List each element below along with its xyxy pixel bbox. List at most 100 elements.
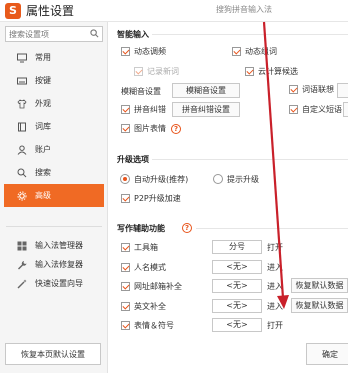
sidebar-item-label: 词库 (35, 122, 51, 131)
emoji-symbols-checkbox[interactable] (121, 321, 130, 330)
tool-label: 输入法修复器 (35, 260, 83, 269)
sidebar-item-label: 高级 (35, 191, 51, 200)
tool-quick-setup[interactable]: 快速设置向导 (0, 274, 108, 293)
restore-default-data-button[interactable]: 恢复默认数据 (291, 298, 348, 313)
fuzzy-settings-button[interactable]: 模糊音设置 (172, 83, 240, 98)
gear-icon (17, 191, 27, 201)
tool-label: 快速设置向导 (35, 279, 83, 288)
tool-input-manager[interactable]: 输入法管理器 (0, 236, 108, 255)
search-box[interactable] (5, 26, 103, 42)
monitor-icon (17, 53, 27, 63)
sidebar-item-keys[interactable]: 按键 (0, 69, 108, 92)
pinyin-correct-checkbox[interactable] (121, 105, 130, 114)
pinyin-correct-settings-button[interactable]: 拼音纠错设置 (172, 102, 240, 117)
name-mode-label: 人名模式 (134, 263, 166, 272)
image-emoji-label: 图片表情 (134, 124, 166, 133)
cloud-candidates-label: 云计算候选 (258, 67, 298, 76)
prompt-upgrade-radio[interactable] (213, 174, 223, 184)
sidebar-item-common[interactable]: 常用 (0, 46, 108, 69)
auto-upgrade-radio[interactable] (120, 174, 130, 184)
name-mode-action: 进入 (267, 263, 283, 272)
toolbox-key-field[interactable]: 分号 (212, 240, 262, 254)
dynamic-tune-label: 动态调频 (134, 47, 166, 56)
section-divider (152, 34, 348, 35)
restore-defaults-button[interactable]: 恢复本页默认设置 (5, 343, 101, 365)
wrench-icon (18, 261, 27, 270)
toolbox-label: 工具箱 (134, 243, 158, 252)
ok-button[interactable]: 确定 (306, 343, 348, 365)
toolbox-checkbox[interactable] (121, 243, 130, 252)
dynamic-group-label: 动态组词 (245, 47, 277, 56)
sidebar-divider (6, 226, 102, 227)
sidebar-item-label: 搜索 (35, 168, 51, 177)
cloud-candidates-checkbox[interactable] (245, 67, 254, 76)
pinyin-correct-label: 拼音纠错 (134, 105, 166, 114)
section-title-upgrade: 升级选项 (117, 155, 149, 164)
sidebar-item-label: 按键 (35, 76, 51, 85)
window-subtitle: 搜狗拼音输入法 (216, 5, 272, 14)
english-complete-label: 英文补全 (134, 302, 166, 311)
p2p-checkbox[interactable] (121, 194, 130, 203)
sidebar-item-search[interactable]: 搜索 (0, 161, 108, 184)
keyboard-icon (17, 77, 27, 85)
english-complete-checkbox[interactable] (121, 302, 130, 311)
name-mode-checkbox[interactable] (121, 263, 130, 272)
sidebar-item-label: 外观 (35, 99, 51, 108)
record-new-words-label: 记录新词 (147, 67, 179, 76)
section-divider (196, 228, 348, 229)
english-complete-key-field[interactable]: <无> (212, 299, 262, 313)
prompt-upgrade-label: 提示升级 (227, 175, 259, 184)
help-icon[interactable]: ? (182, 223, 192, 233)
main-panel: 智能输入 动态调频 动态组词 记录新词 云计算候选 模糊音设置 模糊音设置 词语… (108, 22, 348, 373)
sidebar-tools: 输入法管理器 输入法修复器 快速设置向导 (0, 236, 108, 293)
sidebar-item-advanced[interactable]: 高级 (4, 184, 104, 207)
custom-phrase-settings-button[interactable] (343, 102, 348, 117)
tool-label: 输入法管理器 (35, 241, 83, 250)
dynamic-group-checkbox[interactable] (232, 47, 241, 56)
record-new-words-checkbox[interactable] (134, 67, 143, 76)
search-input[interactable] (6, 27, 86, 41)
url-email-checkbox[interactable] (121, 282, 130, 291)
restore-default-data-button[interactable]: 恢复默认数据 (291, 278, 348, 293)
sidebar-item-label: 账户 (35, 145, 51, 154)
english-complete-action: 进入 (267, 302, 283, 311)
word-assoc-settings-button[interactable] (337, 83, 348, 98)
p2p-label: P2P升级加速 (134, 194, 181, 203)
sidebar-item-dictionary[interactable]: 词库 (0, 115, 108, 138)
custom-phrase-checkbox[interactable] (289, 105, 298, 114)
fuzzy-label: 模糊音设置 (121, 87, 161, 96)
search-icon (17, 168, 27, 178)
section-title-smart-input: 智能输入 (117, 30, 149, 39)
sogou-logo: S (5, 3, 21, 19)
name-mode-key-field[interactable]: <无> (212, 260, 262, 274)
tool-input-repair[interactable]: 输入法修复器 (0, 255, 108, 274)
section-title-writing: 写作辅助功能 (117, 224, 165, 233)
user-icon (17, 145, 27, 155)
help-icon[interactable]: ? (171, 124, 181, 134)
custom-phrase-label: 自定义短语 (302, 105, 342, 114)
sidebar-nav: 常用 按键 外观 词库 账户 搜索 高级 (0, 46, 108, 207)
sidebar-item-appearance[interactable]: 外观 (0, 92, 108, 115)
sidebar-item-label: 常用 (35, 53, 51, 62)
word-assoc-label: 词语联想 (302, 85, 334, 94)
sidebar: 常用 按键 外观 词库 账户 搜索 高级 输入法管理器 (0, 22, 108, 373)
wand-icon (17, 279, 27, 289)
auto-upgrade-label: 自动升级(推荐) (134, 175, 189, 184)
dynamic-tune-checkbox[interactable] (121, 47, 130, 56)
word-assoc-checkbox[interactable] (289, 85, 298, 94)
toolbox-action: 打开 (267, 243, 283, 252)
window-title: 属性设置 (26, 4, 75, 18)
section-divider (152, 159, 348, 160)
url-email-key-field[interactable]: <无> (212, 279, 262, 293)
sidebar-item-account[interactable]: 账户 (0, 138, 108, 161)
search-icon[interactable] (90, 29, 99, 38)
image-emoji-checkbox[interactable] (121, 124, 130, 133)
url-email-label: 网址邮箱补全 (134, 282, 182, 291)
emoji-symbols-key-field[interactable]: <无> (212, 318, 262, 332)
grid-icon (17, 241, 27, 251)
url-email-action: 进入 (267, 282, 283, 291)
shirt-icon (17, 99, 27, 109)
emoji-symbols-action: 打开 (267, 321, 283, 330)
title-bar: S 属性设置 搜狗拼音输入法 (0, 0, 348, 22)
book-icon (18, 122, 26, 132)
